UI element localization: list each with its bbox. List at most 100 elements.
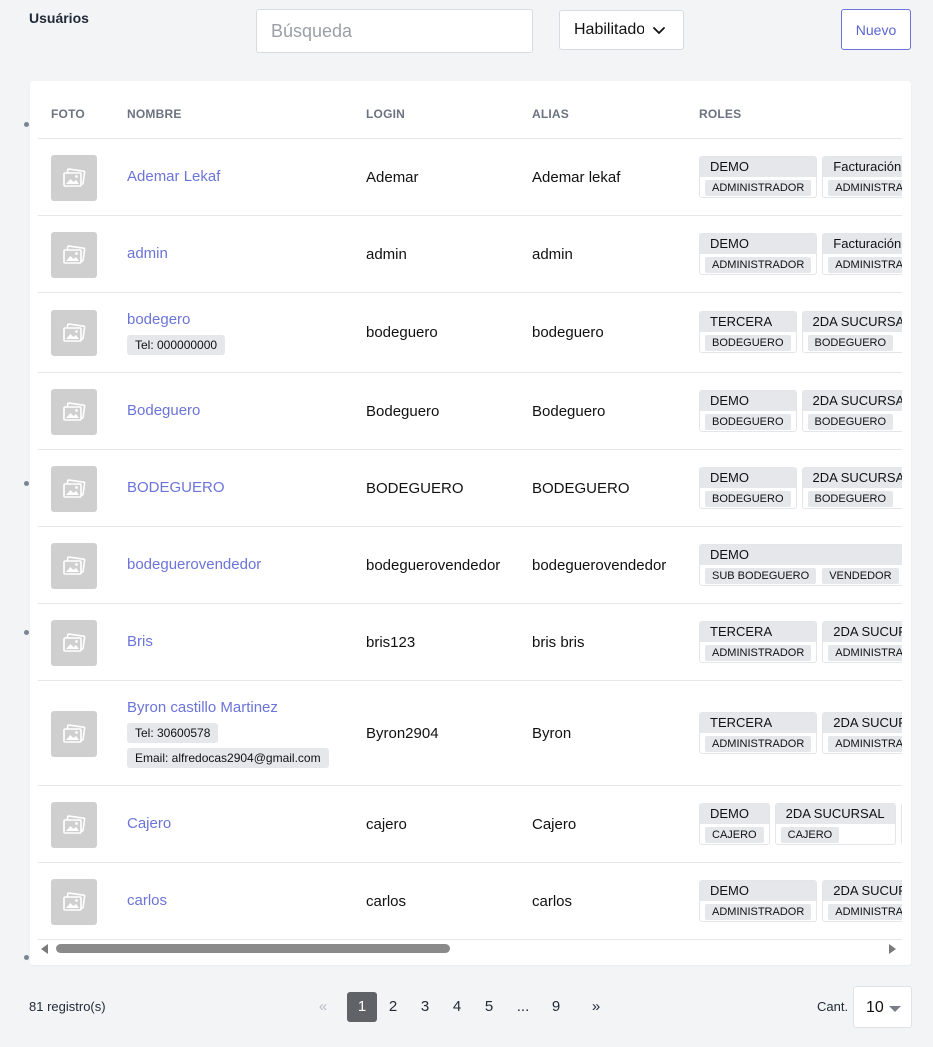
subrole-tag: ADMINISTRADOR	[705, 735, 812, 752]
subrole-tag: ADMINISTRADOR	[705, 903, 812, 920]
photo-placeholder-icon	[51, 388, 97, 435]
role-badge: DEMO ADMINISTRADOR	[699, 155, 818, 198]
subrole-tag: BODEGUERO	[705, 335, 791, 351]
table-row: bodegero Tel: 000000000 bodeguero bodeguero…	[38, 293, 902, 373]
pagination-page[interactable]: 5	[474, 992, 504, 1022]
bullet-dot	[24, 955, 29, 960]
role-name: DEMO	[700, 803, 769, 824]
role-name: TERCERA	[700, 312, 796, 332]
user-roles: TERCERA ADMINISTRADOR 2DA SUCURSAL ADMINIST…	[699, 620, 902, 663]
user-name-link[interactable]: Bris	[127, 633, 153, 650]
role-badge: TERCERA ADMINISTRADOR	[699, 620, 818, 663]
pagination-next[interactable]: »	[581, 992, 611, 1022]
user-login: bris123	[366, 633, 416, 651]
subrole-tag: ADMINISTRADOR	[705, 256, 812, 273]
subrole-tag: ADMINISTRADOR	[705, 644, 812, 661]
role-name: 2DA SUCURSAL	[802, 467, 902, 488]
role-badge: DEMO ADMINISTRADOR	[699, 232, 818, 275]
role-name: 2DA SUCURSAL	[802, 312, 902, 332]
role-badge: DEMO CAJERO	[699, 802, 770, 845]
column-header-roles: ROLES	[699, 107, 742, 121]
chevron-down-icon	[653, 27, 665, 34]
table-row: Bris bris123 bris bris TERCERA ADMINISTRADOR…	[38, 604, 902, 681]
role-badge: TERCERA BODEGUERO	[699, 311, 797, 353]
pagination-page[interactable]: 9	[541, 992, 571, 1022]
subrole-tag: BODEGUERO	[807, 335, 894, 351]
bullet-dot	[24, 481, 29, 486]
role-badge: 2DA SUCURSAL ADMINISTRADOR	[822, 711, 902, 754]
user-roles: TERCERA ADMINISTRADOR 2DA SUCURSAL ADMINIST…	[699, 711, 902, 754]
subrole-tag: BODEGUERO	[807, 413, 894, 430]
role-name: 2DA SUCURSAL	[823, 712, 902, 733]
role-badge: TERCERA ADMINISTRADOR	[699, 711, 818, 754]
quantity-value: 10	[866, 999, 884, 1016]
user-login: cajero	[366, 815, 407, 833]
subrole-tag: CAJERO	[705, 826, 764, 843]
subrole-tag: ADMINISTRADOR	[828, 179, 902, 196]
user-name-link[interactable]: Ademar Lekaf	[127, 168, 220, 185]
photo-placeholder-icon	[51, 710, 97, 757]
user-name-link[interactable]: carlos	[127, 892, 167, 909]
table-row: Cajero cajero Cajero DEMO CAJERO 2DA SUCURSAL…	[38, 786, 902, 863]
table-row: BODEGUERO BODEGUERO BODEGUERO DEMO BODEGUERO…	[38, 450, 902, 527]
user-alias: Byron	[532, 724, 572, 742]
new-user-button[interactable]: Nuevo	[841, 9, 911, 50]
subrole-tag: CAJERO	[780, 826, 840, 843]
subrole-tag: BODEGUERO	[705, 490, 791, 507]
subrole-tag: ADMINISTRADOR	[828, 256, 902, 273]
caret-down-icon	[889, 1006, 901, 1012]
role-name: DEMO	[700, 156, 817, 177]
photo-placeholder-icon	[51, 465, 97, 512]
role-name: TERCERA	[700, 621, 817, 642]
pagination-page[interactable]: 3	[410, 992, 440, 1022]
quantity-select[interactable]: 10	[853, 986, 912, 1028]
pagination-page[interactable]: 1	[347, 992, 377, 1022]
scroll-right-arrow-icon[interactable]	[889, 944, 896, 954]
user-roles: TERCERA BODEGUERO 2DA SUCURSAL BODEGUERO	[699, 311, 902, 353]
user-detail-badge: Tel: 30600578	[127, 722, 219, 743]
photo-placeholder-icon	[51, 801, 97, 848]
table-header: FOTO NOMBRE LOGIN ALIAS ROLES	[38, 81, 902, 139]
user-name-link[interactable]: Byron castillo Martinez	[127, 699, 278, 716]
search-input[interactable]	[256, 9, 533, 53]
pagination-page[interactable]: 2	[378, 992, 408, 1022]
subrole-tag: ADMINISTRADOR	[828, 735, 902, 752]
horizontal-scrollbar[interactable]	[38, 941, 902, 957]
scroll-left-arrow-icon[interactable]	[41, 944, 48, 954]
role-name: 2DA SUCURSAL	[823, 880, 902, 901]
subrole-tag: ADMINISTRADOR	[828, 644, 902, 661]
table-row: Byron castillo Martinez Tel: 30600578 Emai…	[38, 681, 902, 786]
role-badge: DEMO SUB BODEGUERO VENDEDOR	[699, 543, 902, 586]
role-badge: TC	[900, 802, 902, 845]
records-count: 81 registro(s)	[29, 999, 106, 1014]
user-roles: DEMO ADMINISTRADOR Facturación ADMINISTRADO…	[699, 155, 902, 198]
pagination-prev[interactable]: «	[308, 992, 338, 1022]
column-header-name: NOMBRE	[127, 107, 182, 121]
photo-placeholder-icon	[51, 231, 97, 278]
user-name-link[interactable]: BODEGUERO	[127, 479, 225, 496]
user-name-link[interactable]: Cajero	[127, 815, 171, 832]
user-login: Byron2904	[366, 724, 439, 742]
status-filter-select[interactable]: Habilitado	[559, 10, 684, 50]
role-badge: 2DA SUCURSAL ADMINISTRADOR	[822, 879, 902, 922]
role-badge: DEMO BODEGUERO	[699, 466, 797, 509]
pagination-page[interactable]: 4	[442, 992, 472, 1022]
photo-placeholder-icon	[51, 310, 97, 356]
user-name-link[interactable]: Bodeguero	[127, 402, 200, 419]
role-badge: DEMO ADMINISTRADOR	[699, 879, 818, 922]
role-name: 2DA SUCURSAL	[775, 803, 895, 824]
status-filter-value: Habilitado	[574, 21, 644, 38]
table-row: carlos carlos carlos DEMO ADMINISTRADOR 2DA S…	[38, 863, 902, 940]
user-alias: carlos	[532, 892, 573, 910]
user-login: BODEGUERO	[366, 479, 464, 497]
user-name-link[interactable]: admin	[127, 245, 168, 262]
user-name-link[interactable]: bodegero	[127, 311, 190, 328]
column-header-login: LOGIN	[366, 107, 405, 121]
user-alias: admin	[532, 245, 573, 263]
user-login: carlos	[366, 892, 407, 910]
user-alias: bris bris	[532, 633, 585, 651]
role-badge: 2DA SUCURSAL CAJERO	[774, 802, 896, 845]
scrollbar-thumb[interactable]	[56, 944, 450, 953]
role-badge: 2DA SUCURSAL BODEGUERO	[801, 466, 902, 509]
user-name-link[interactable]: bodeguerovendedor	[127, 556, 261, 573]
